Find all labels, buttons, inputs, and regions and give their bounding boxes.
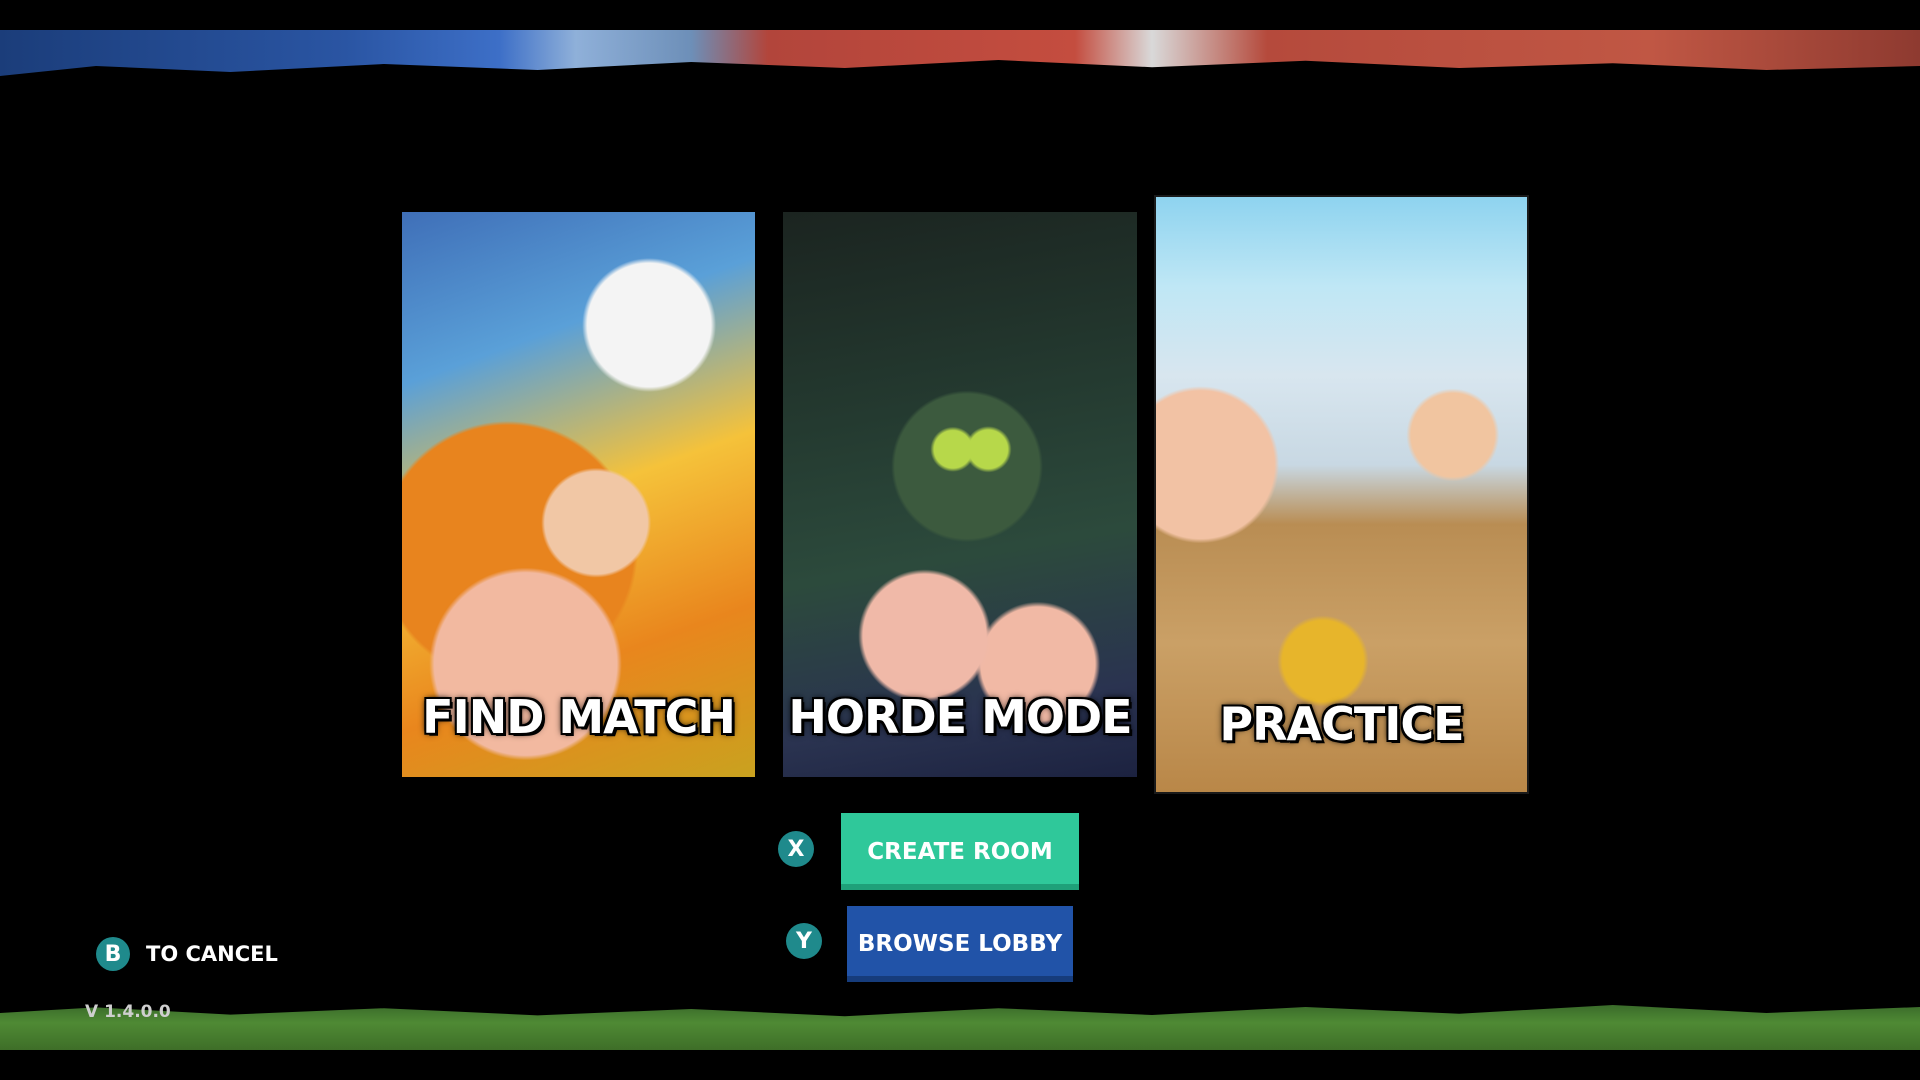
x-button-icon: X xyxy=(778,831,814,867)
find-match-card[interactable]: FIND MATCH xyxy=(402,212,755,777)
cancel-label: TO CANCEL xyxy=(146,942,278,966)
game-mode-select-screen: FIND MATCH HORDE MODE PRACTICE X CREATE … xyxy=(0,0,1920,1080)
b-button-icon: B xyxy=(96,937,130,971)
practice-label: PRACTICE xyxy=(1219,697,1464,751)
y-button-icon: Y xyxy=(786,923,822,959)
horde-mode-card[interactable]: HORDE MODE xyxy=(783,212,1137,777)
find-match-label: FIND MATCH xyxy=(422,690,736,744)
horde-mode-label: HORDE MODE xyxy=(788,690,1132,744)
create-room-button[interactable]: CREATE ROOM xyxy=(841,813,1079,890)
browse-lobby-button[interactable]: BROWSE LOBBY xyxy=(847,906,1073,982)
practice-card[interactable]: PRACTICE xyxy=(1156,197,1527,792)
version-label: V 1.4.0.0 xyxy=(85,1002,171,1022)
cancel-hint[interactable]: B TO CANCEL xyxy=(96,937,278,971)
